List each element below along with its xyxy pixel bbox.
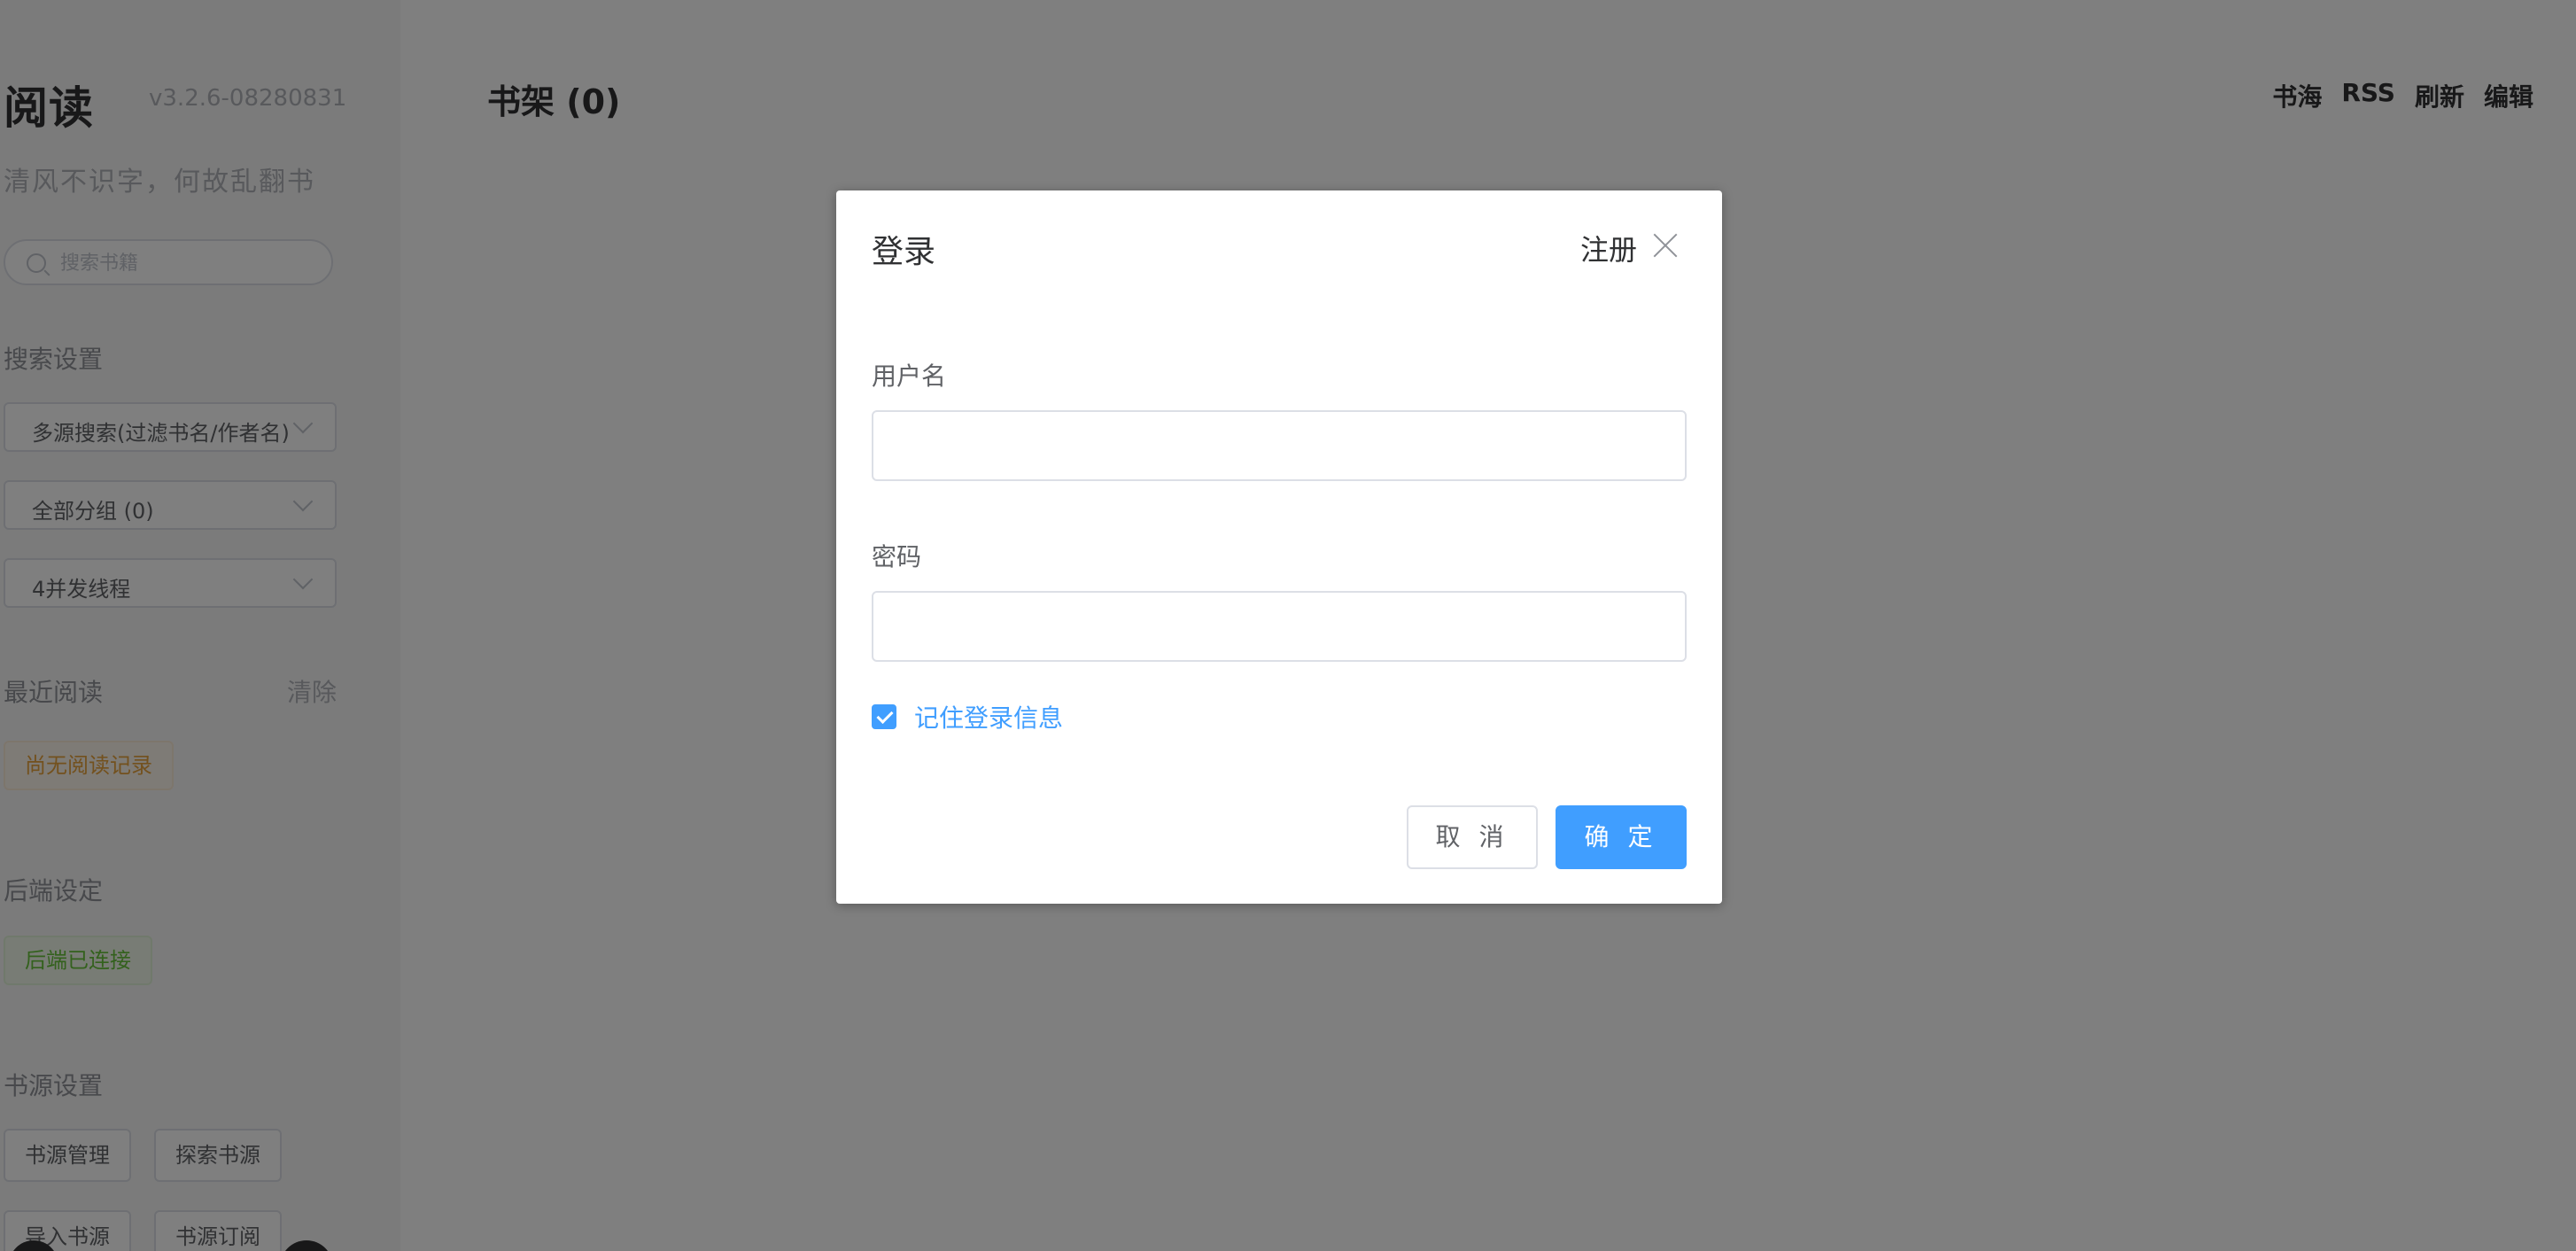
checkbox-checked-icon[interactable] <box>872 704 896 729</box>
close-icon[interactable] <box>1649 229 1681 261</box>
password-label: 密码 <box>872 542 922 571</box>
confirm-button[interactable]: 确 定 <box>1556 805 1687 869</box>
login-dialog: 登录 注册 用户名 密码 记住登录信息 取 消 确 定 <box>836 190 1722 904</box>
cancel-button[interactable]: 取 消 <box>1407 805 1538 869</box>
dialog-title: 登录 <box>872 234 936 270</box>
username-input[interactable] <box>872 410 1687 481</box>
username-label: 用户名 <box>872 361 947 391</box>
remember-login-label[interactable]: 记住登录信息 <box>914 699 1063 734</box>
remember-login-checkbox[interactable]: 记住登录信息 <box>872 701 1063 733</box>
app-root: 阅读 v3.2.6-08280831 清风不识字，何故乱翻书 搜索设置 多源搜索… <box>0 0 2576 1251</box>
register-link[interactable]: 注册 <box>1580 228 1637 268</box>
password-input[interactable] <box>872 591 1687 662</box>
